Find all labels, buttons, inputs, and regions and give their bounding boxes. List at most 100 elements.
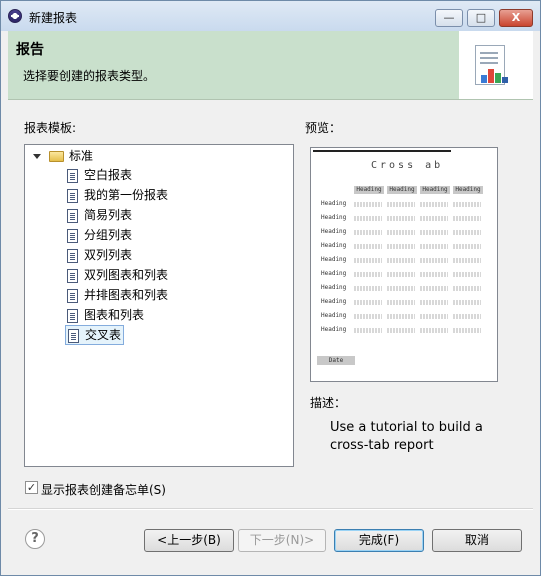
report-file-icon: [67, 268, 78, 283]
preview-data-cell: [354, 258, 382, 263]
report-file-icon: [67, 228, 78, 243]
templates-label: 报表模板:: [24, 121, 77, 135]
cancel-button[interactable]: 取消: [432, 529, 522, 552]
tree-item-my-first-report[interactable]: 我的第一份报表: [67, 186, 168, 204]
preview-data-cell: [453, 300, 481, 305]
banner-title: 报告: [16, 42, 44, 58]
preview-column-heading: Heading: [420, 186, 450, 194]
tree-item-label: 空白报表: [84, 168, 133, 182]
category-label: 标准: [69, 149, 94, 163]
preview-data-cell: [354, 272, 382, 277]
preview-data-cell: [420, 272, 448, 277]
window-title: 新建报表: [29, 11, 78, 25]
preview-row-heading: Heading: [321, 242, 347, 249]
preview-data-cell: [420, 216, 448, 221]
tree-category-standard[interactable]: 标准: [33, 147, 93, 165]
preview-data-cell: [453, 272, 481, 277]
tree-item-dual-column-chart-list[interactable]: 双列图表和列表: [67, 266, 168, 284]
preview-row-heading: Heading: [321, 228, 347, 235]
title-bar: 新建报表 — □ X: [1, 1, 540, 31]
preview-data-cell: [420, 328, 448, 333]
preview-data-cell: [387, 244, 415, 249]
bar-chart-icon: [481, 69, 508, 83]
preview-data-cell: [354, 328, 382, 333]
preview-data-cell: [453, 258, 481, 263]
close-button[interactable]: X: [499, 9, 533, 27]
next-button[interactable]: 下一步(N)>: [238, 529, 326, 552]
preview-data-cell: [354, 286, 382, 291]
report-file-icon: [67, 288, 78, 303]
eclipse-app-icon: [8, 9, 22, 23]
preview-row-heading: Heading: [321, 214, 347, 221]
preview-data-cell: [354, 216, 382, 221]
tree-item-blank-report[interactable]: 空白报表: [67, 166, 132, 184]
preview-data-cell: [453, 202, 481, 207]
description-text: Use a tutorial to build a cross-tab repo…: [330, 420, 483, 453]
template-preview: Cross ab Heading Heading Heading Heading Hea…: [310, 147, 498, 382]
tree-item-label: 双列图表和列表: [84, 268, 169, 282]
preview-data-cell: [354, 314, 382, 319]
preview-data-cell: [453, 216, 481, 221]
preview-row-heading: Heading: [321, 284, 347, 291]
tree-item-grouped-list[interactable]: 分组列表: [67, 226, 132, 244]
tree-item-simple-list[interactable]: 简易列表: [67, 206, 132, 224]
tree-item-chart-and-list[interactable]: 图表和列表: [67, 306, 144, 324]
preview-column-heading: Heading: [387, 186, 417, 194]
help-icon[interactable]: ?: [25, 529, 45, 549]
preview-data-cell: [453, 244, 481, 249]
preview-label: 预览：: [305, 121, 342, 135]
maximize-button[interactable]: □: [467, 9, 495, 27]
preview-data-cell: [387, 328, 415, 333]
preview-row-heading: Heading: [321, 326, 347, 333]
preview-data-cell: [354, 230, 382, 235]
preview-data-cell: [354, 244, 382, 249]
preview-data-cell: [387, 202, 415, 207]
description-label: 描述：: [310, 396, 347, 410]
preview-row-heading: Heading: [321, 270, 347, 277]
tree-item-label: 图表和列表: [84, 308, 145, 322]
preview-data-cell: [387, 272, 415, 277]
preview-column-heading: Heading: [354, 186, 384, 194]
preview-data-cell: [420, 286, 448, 291]
preview-data-cell: [354, 202, 382, 207]
new-report-dialog: 新建报表 — □ X 报告 选择要创建的报表类型。 报表模板: 预览： 标准 空…: [0, 0, 541, 576]
tree-item-label: 我的第一份报表: [84, 188, 169, 202]
memo-checkbox-label[interactable]: 显示报表创建备忘单(S): [41, 481, 166, 498]
preview-row-heading: Heading: [321, 200, 347, 207]
tree-item-dual-column-list[interactable]: 双列列表: [67, 246, 132, 264]
preview-data-cell: [387, 300, 415, 305]
tree-item-label: 简易列表: [84, 208, 133, 222]
report-file-icon: [67, 308, 78, 323]
preview-data-cell: [420, 258, 448, 263]
tree-item-cross-tab[interactable]: 交叉表: [65, 325, 125, 345]
preview-title: Cross ab: [371, 160, 444, 171]
preview-row-heading: Heading: [321, 312, 347, 319]
preview-data-cell: [387, 286, 415, 291]
tree-item-label: 交叉表: [85, 328, 122, 342]
report-file-icon: [68, 328, 79, 343]
report-file-icon: [67, 248, 78, 263]
preview-data-cell: [387, 258, 415, 263]
expand-arrow-icon[interactable]: [33, 154, 41, 159]
back-button[interactable]: <上一步(B): [144, 529, 234, 552]
template-tree[interactable]: 标准 空白报表 我的第一份报表 简易列表 分组列表 双列列表 双列图表和列表 并…: [24, 144, 294, 467]
report-file-icon: [67, 188, 78, 203]
preview-data-cell: [387, 216, 415, 221]
preview-data-cell: [387, 314, 415, 319]
tree-item-label: 并排图表和列表: [84, 288, 169, 302]
report-wizard-icon: [459, 31, 533, 99]
preview-data-cell: [420, 314, 448, 319]
preview-data-cell: [453, 230, 481, 235]
preview-row-heading: Heading: [321, 256, 347, 263]
tree-item-side-by-side-chart-list[interactable]: 并排图表和列表: [67, 286, 168, 304]
preview-row-heading: Heading: [321, 298, 347, 305]
preview-data-cell: [453, 314, 481, 319]
preview-data-cell: [420, 230, 448, 235]
footer-divider: [8, 508, 533, 510]
finish-button[interactable]: 完成(F): [334, 529, 424, 552]
memo-checkbox[interactable]: ✓: [25, 481, 38, 494]
preview-data-cell: [420, 202, 448, 207]
minimize-button[interactable]: —: [435, 9, 463, 27]
report-file-icon: [67, 168, 78, 183]
preview-date: Date: [317, 356, 355, 365]
